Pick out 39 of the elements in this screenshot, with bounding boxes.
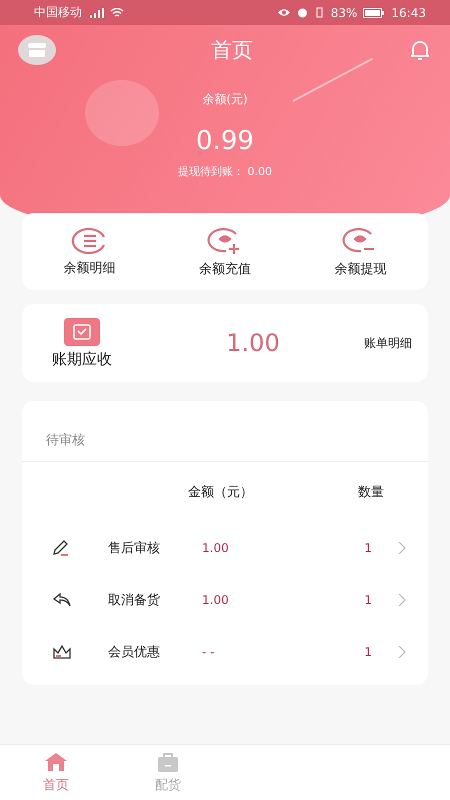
clock-time: 16:43 [391, 6, 426, 20]
billing-amount: 1.00 [225, 329, 281, 357]
battery-percent: 83% [330, 6, 358, 20]
battery-icon [363, 8, 386, 18]
crown-icon [52, 644, 72, 660]
row-count: 1 [363, 645, 373, 659]
row-count: 1 [363, 541, 373, 555]
row-name[interactable]: 会员优惠 [78, 643, 188, 661]
column-header: 金额（元） [188, 484, 254, 501]
bag-icon [157, 752, 179, 772]
page-title: 首页 [211, 37, 253, 64]
carrier-name: 中国移动 [34, 4, 82, 21]
chevron-icon[interactable] [398, 593, 406, 607]
column-header: 数量 [357, 484, 385, 501]
bell-icon[interactable] [408, 38, 432, 62]
home-icon [44, 752, 68, 772]
section-title: 待审核 [46, 433, 85, 448]
action-button[interactable]: 余额提现 [305, 226, 416, 278]
chevron-icon[interactable] [398, 541, 406, 555]
signal-icon [88, 8, 104, 18]
row-amount: - - [201, 645, 216, 659]
row-name[interactable]: 取消备货 [78, 591, 188, 609]
clipboard-icon [64, 318, 100, 346]
row-count: 1 [363, 593, 373, 607]
eye-icon [276, 8, 291, 17]
billing-label: 账期应收 [52, 350, 112, 368]
wifi-icon [110, 8, 124, 18]
row-amount: 1.00 [201, 541, 230, 555]
pending-withdrawal: 提现待到账： 0.00 [178, 164, 272, 179]
balance-label: 余额(元) [202, 91, 248, 108]
action-button[interactable]: 余额充值 [170, 226, 280, 278]
store-avatar[interactable] [18, 35, 56, 65]
reply-arrow-icon [52, 592, 72, 608]
row-name[interactable]: 售后审核 [78, 539, 188, 557]
chevron-icon[interactable] [398, 645, 406, 659]
action-button[interactable]: 余额明细 [34, 226, 145, 276]
bill-details-link[interactable]: 账单明细 [364, 334, 412, 352]
balance-amount: 0.99 [196, 126, 254, 156]
row-amount: 1.00 [201, 593, 230, 607]
